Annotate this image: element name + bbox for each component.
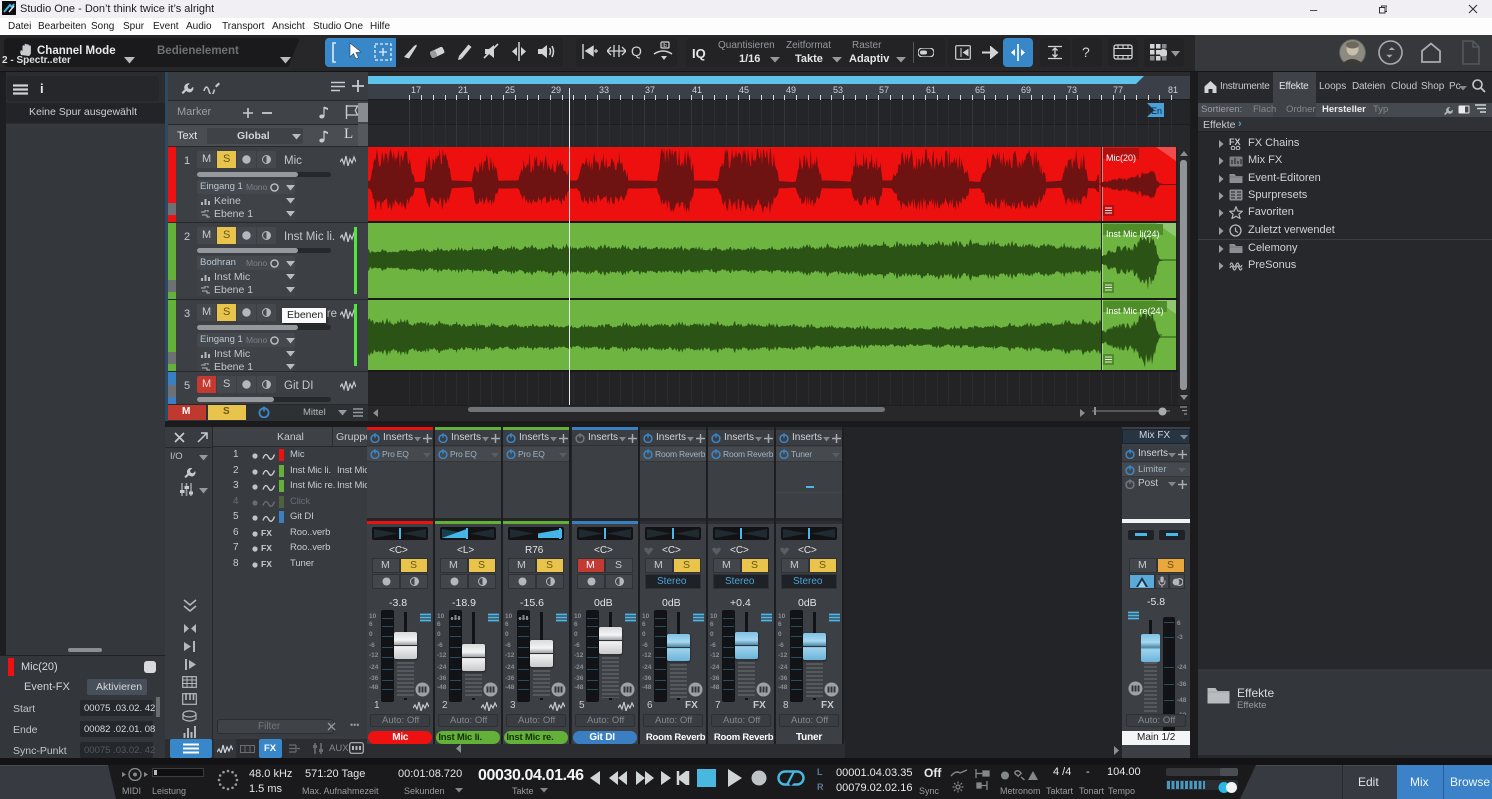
svg-text:FX: FX	[1229, 137, 1241, 147]
svg-text:lb: lb	[663, 43, 667, 49]
svg-text:En: En	[1151, 106, 1162, 116]
